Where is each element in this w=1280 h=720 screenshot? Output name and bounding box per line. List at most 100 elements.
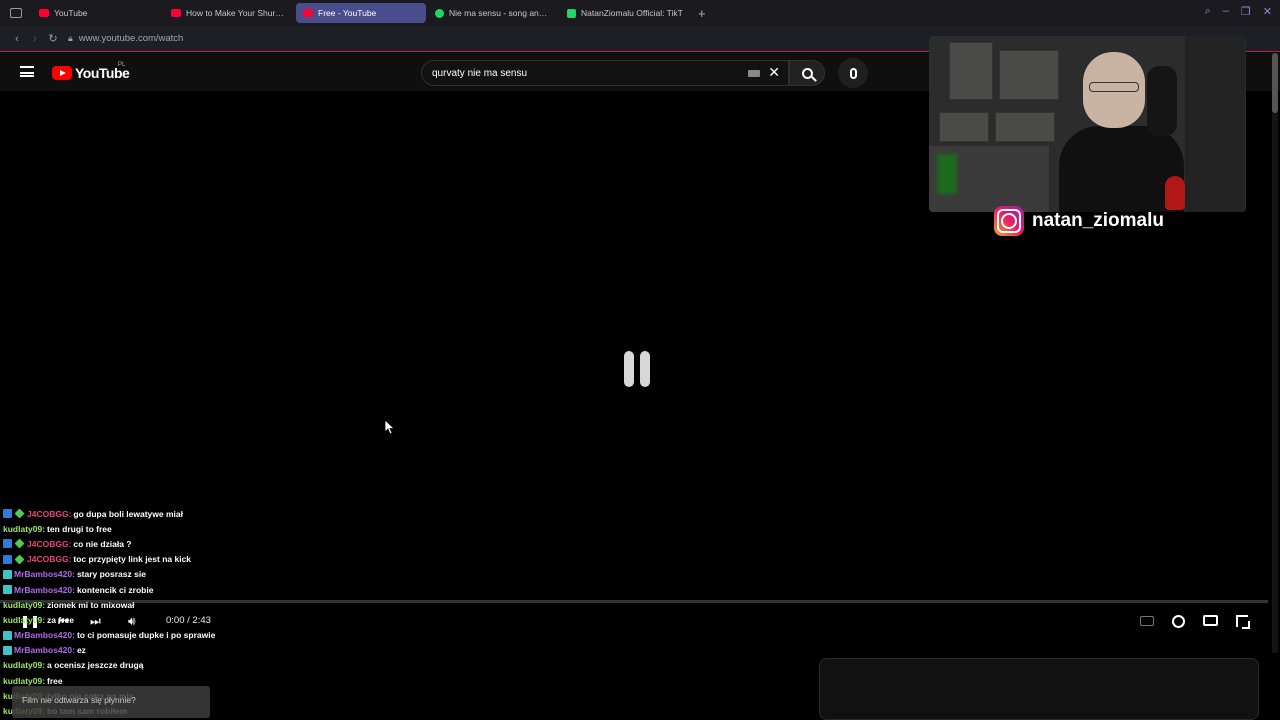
chat-username[interactable]: kudlaty09: [3, 524, 45, 534]
tab-list: YouTube How to Make Your Shure S Free - Yo… [32, 3, 692, 23]
mod-badge-icon [3, 554, 12, 564]
lock-icon[interactable]: 🔒︎ [68, 33, 73, 44]
search-query: qurvaty nie ma sensu [432, 67, 528, 79]
chat-message: J4COBGG: go dupa boli lewatywe miał [3, 506, 263, 521]
chat-message: J4COBGG: toc przypięty link jest na kick [3, 552, 263, 567]
chat-username[interactable]: MrBambos420: [14, 569, 75, 579]
microphone-icon [849, 67, 857, 79]
youtube-favicon-icon [39, 9, 49, 17]
new-tab-button[interactable]: + [698, 6, 706, 21]
chat-message: J4COBGG: co nie działa ? [3, 536, 263, 551]
chat-message: MrBambos420: to ci pomasuje dupke i po sp… [3, 628, 263, 643]
instagram-icon [994, 206, 1024, 236]
chat-text: toc przypięty link jest na kick [73, 554, 192, 565]
clear-search-icon[interactable]: ✕ [768, 64, 780, 81]
subtitles-icon[interactable] [1140, 616, 1154, 626]
close-window-icon[interactable]: ✕ [1263, 5, 1272, 18]
chat-message: kudlaty09: ziomek mi to mixował [3, 597, 263, 612]
search-button[interactable] [789, 60, 825, 86]
chat-text: ez [76, 645, 86, 656]
chat-text: ziomek mi to mixował [47, 599, 135, 610]
tab-label: YouTube [54, 8, 88, 18]
forward-icon[interactable]: › [26, 33, 44, 45]
browser-tab[interactable]: YouTube [32, 3, 162, 23]
scrollbar-thumb[interactable] [1272, 53, 1278, 113]
search-input[interactable]: qurvaty nie ma sensu ✕ [421, 60, 789, 86]
youtube-favicon-icon [303, 9, 313, 17]
loading-spinner-icon [622, 349, 658, 389]
country-code: PL [118, 62, 126, 68]
restore-icon[interactable]: ❐ [1241, 5, 1251, 18]
mouse-cursor-icon [385, 420, 395, 435]
verified-badge-icon [14, 508, 25, 519]
browser-tab[interactable]: Nie ma sensu - song and ly [428, 3, 558, 23]
info-card [819, 658, 1259, 720]
verified-badge-icon [14, 539, 25, 549]
chat-message: MrBambos420: ez [3, 643, 263, 658]
chat-text: co nie działa ? [73, 538, 132, 549]
streamer-webcam [929, 36, 1246, 212]
window-controls: ⌕ – ❐ ✕ [1205, 5, 1272, 18]
chat-text: a ocenisz jeszcze drugą [47, 660, 144, 671]
instagram-tag: natan_ziomalu [994, 206, 1164, 236]
player-controls-right [1140, 613, 1250, 629]
chat-text: kontencik ci zrobie [76, 584, 154, 595]
chat-message: kudlaty09: za free [3, 612, 263, 627]
chat-message: kudlaty09: a ocenisz jeszcze drugą [3, 658, 263, 673]
playback-tooltip: Film nie odtwarza się płynnie? [12, 686, 210, 718]
chat-text: ten drugi to free [47, 523, 112, 534]
back-icon[interactable]: ‹ [8, 33, 26, 45]
tab-label: NatanZiomalu Official: TikT [581, 8, 683, 18]
browser-tab-strip: YouTube How to Make Your Shure S Free - Yo… [0, 0, 1280, 26]
chat-text: go dupa boli lewatywe miał [73, 508, 183, 519]
chat-text: za free [47, 614, 74, 625]
tab-label: Nie ma sensu - song and ly [449, 8, 551, 18]
sub-badge-icon [3, 569, 12, 579]
tab-menu-icon[interactable] [10, 8, 22, 18]
search-tabs-icon[interactable]: ⌕ [1205, 5, 1211, 18]
voice-search-button[interactable] [838, 58, 868, 88]
theater-mode-icon[interactable] [1203, 615, 1218, 626]
sub-badge-icon [3, 630, 12, 640]
verified-badge-icon [14, 554, 25, 565]
minimize-icon[interactable]: – [1223, 5, 1229, 18]
mod-badge-icon [3, 539, 12, 549]
mod-badge-icon [3, 509, 12, 519]
chat-message: MrBambos420: stary posrasz sie [3, 567, 263, 582]
settings-gear-icon[interactable] [1172, 615, 1185, 628]
url-field[interactable]: www.youtube.com/watch [79, 33, 184, 44]
youtube-play-icon [52, 66, 72, 80]
fullscreen-icon[interactable] [1236, 615, 1250, 629]
chat-username[interactable]: J4COBGG: [27, 554, 71, 564]
browser-tab[interactable]: How to Make Your Shure S [164, 3, 294, 23]
youtube-favicon-icon [171, 9, 181, 17]
spotify-favicon-icon [435, 8, 444, 18]
chat-username[interactable]: kudlaty09: [3, 676, 45, 686]
reload-icon[interactable]: ↻ [44, 32, 62, 45]
search-icon [801, 67, 813, 79]
chat-username[interactable]: J4COBGG: [27, 539, 71, 549]
chat-text: free [47, 675, 63, 686]
chat-username[interactable]: kudlaty09: [3, 660, 45, 670]
sub-badge-icon [3, 645, 12, 655]
browser-tab[interactable]: Free - YouTube [296, 3, 426, 23]
page-scrollbar[interactable] [1272, 53, 1278, 653]
chat-username[interactable]: MrBambos420: [14, 630, 75, 640]
instagram-handle: natan_ziomalu [1032, 210, 1164, 231]
menu-icon[interactable] [20, 66, 34, 77]
chat-message: MrBambos420: kontencik ci zrobie [3, 582, 263, 597]
chat-username[interactable]: MrBambos420: [14, 585, 75, 595]
sub-badge-icon [3, 585, 12, 595]
chat-message: kudlaty09: ten drugi to free [3, 521, 263, 536]
tab-label: How to Make Your Shure S [186, 8, 287, 18]
chat-text: stary posrasz sie [76, 569, 146, 580]
chat-username[interactable]: MrBambos420: [14, 645, 75, 655]
tiktok-favicon-icon [567, 8, 576, 18]
chat-text: to ci pomasuje dupke i po sprawie [76, 630, 216, 641]
chat-username[interactable]: kudlaty09: [3, 600, 45, 610]
browser-tab[interactable]: NatanZiomalu Official: TikT [560, 3, 690, 23]
tab-label: Free - YouTube [318, 8, 377, 18]
chat-username[interactable]: J4COBGG: [27, 509, 71, 519]
keyboard-icon[interactable] [748, 70, 760, 77]
chat-username[interactable]: kudlaty09: [3, 615, 45, 625]
